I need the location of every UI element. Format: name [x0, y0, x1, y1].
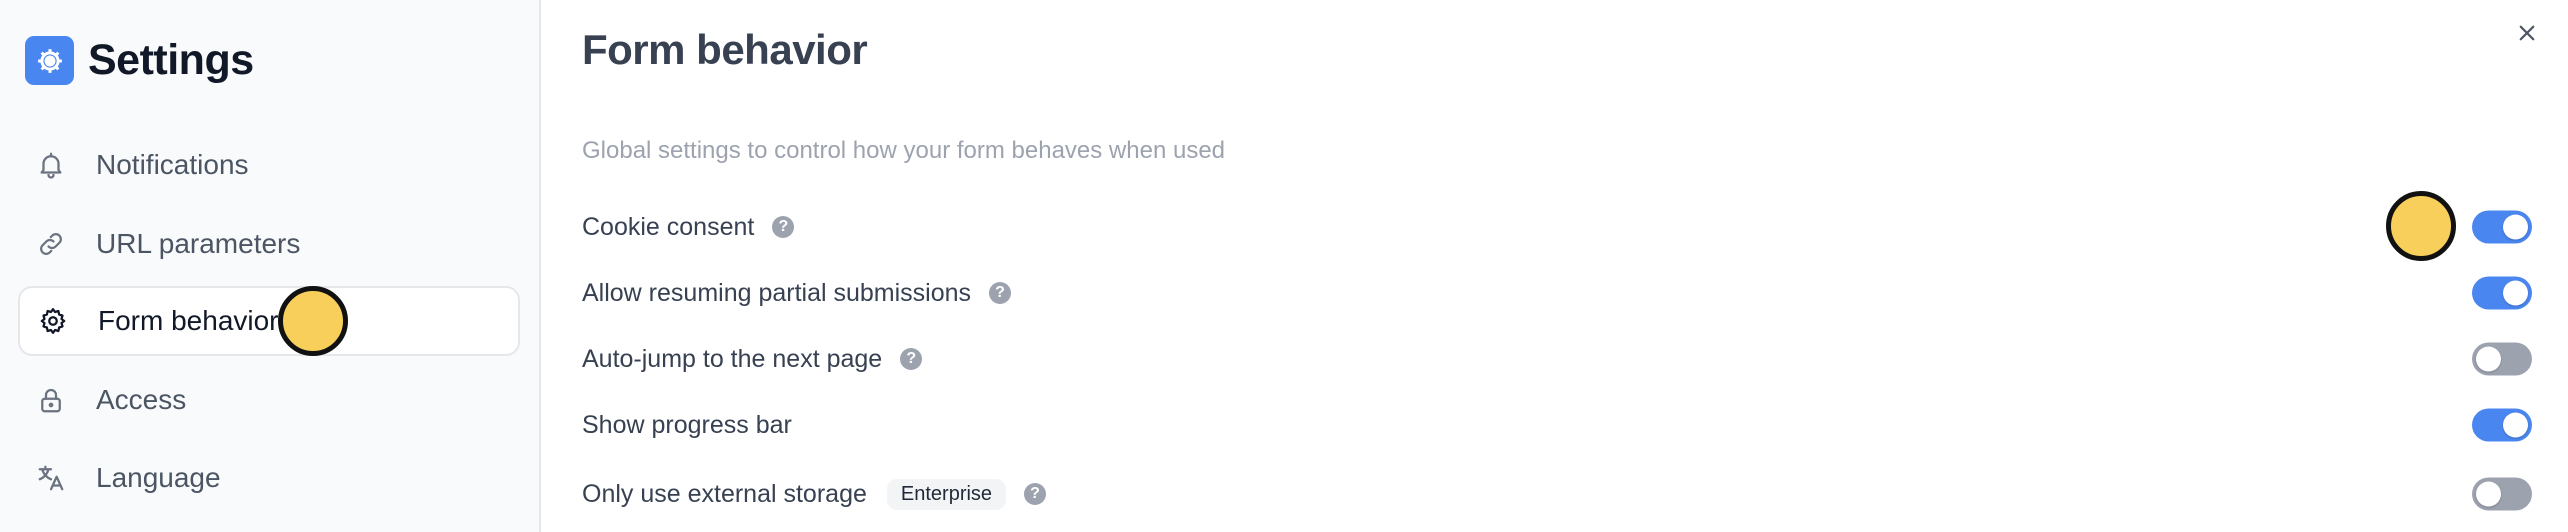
- show-progress-bar-toggle[interactable]: [2472, 408, 2532, 442]
- allow-resuming-toggle[interactable]: [2472, 276, 2532, 310]
- sidebar-item-form-behavior[interactable]: Form behavior: [18, 286, 520, 356]
- page-title: Form behavior: [582, 26, 868, 73]
- translate-icon: [34, 461, 68, 495]
- setting-label: Auto-jump to the next page: [582, 344, 883, 373]
- gear-icon: [36, 304, 70, 338]
- sidebar-item-url-parameters[interactable]: URL parameters: [18, 209, 520, 279]
- bell-icon: [34, 148, 68, 182]
- sidebar-item-label: Form behavior: [98, 305, 279, 336]
- setting-label: Show progress bar: [582, 410, 792, 439]
- toggle-knob: [2503, 214, 2528, 240]
- setting-label: Cookie consent: [582, 212, 755, 241]
- sidebar-item-label: Notifications: [96, 149, 249, 180]
- toggle-knob: [2476, 481, 2501, 507]
- setting-allow-resuming: Allow resuming partial submissions ?: [582, 268, 2532, 318]
- close-icon: [2512, 25, 2542, 52]
- sidebar-item-label: Language: [96, 462, 221, 493]
- help-icon[interactable]: ?: [1024, 483, 1047, 505]
- setting-label: Only use external storage: [582, 479, 867, 508]
- setting-external-storage: Only use external storage Enterprise ?: [582, 469, 2532, 519]
- setting-show-progress-bar: Show progress bar: [582, 400, 2532, 450]
- page-description: Global settings to control how your form…: [582, 137, 1226, 164]
- settings-sidebar: Settings Notifications URL parameters Fo…: [0, 0, 541, 532]
- settings-logo-icon: [25, 36, 74, 85]
- close-button[interactable]: [2512, 18, 2542, 48]
- lock-icon: [34, 383, 68, 417]
- help-icon[interactable]: ?: [989, 282, 1012, 304]
- sidebar-item-language[interactable]: Language: [18, 443, 520, 513]
- help-icon[interactable]: ?: [772, 216, 795, 238]
- external-storage-toggle[interactable]: [2472, 477, 2532, 511]
- sidebar-header: Settings: [25, 36, 254, 85]
- click-marker: [278, 286, 348, 356]
- auto-jump-toggle[interactable]: [2472, 342, 2532, 376]
- sidebar-item-label: URL parameters: [96, 228, 301, 259]
- cookie-consent-toggle[interactable]: [2472, 210, 2532, 244]
- toggle-knob: [2476, 346, 2501, 372]
- sidebar-item-label: Access: [96, 384, 187, 415]
- setting-label: Allow resuming partial submissions: [582, 278, 972, 307]
- link-icon: [34, 227, 68, 261]
- toggle-knob: [2503, 412, 2528, 438]
- sidebar-title: Settings: [88, 36, 254, 84]
- setting-auto-jump: Auto-jump to the next page ?: [582, 334, 2532, 384]
- enterprise-badge: Enterprise: [886, 478, 1007, 510]
- toggle-knob: [2503, 280, 2528, 306]
- sidebar-item-notifications[interactable]: Notifications: [18, 130, 520, 200]
- sidebar-item-access[interactable]: Access: [18, 365, 520, 435]
- setting-cookie-consent: Cookie consent ?: [582, 202, 2532, 252]
- help-icon[interactable]: ?: [900, 348, 923, 370]
- click-marker: [2386, 191, 2456, 261]
